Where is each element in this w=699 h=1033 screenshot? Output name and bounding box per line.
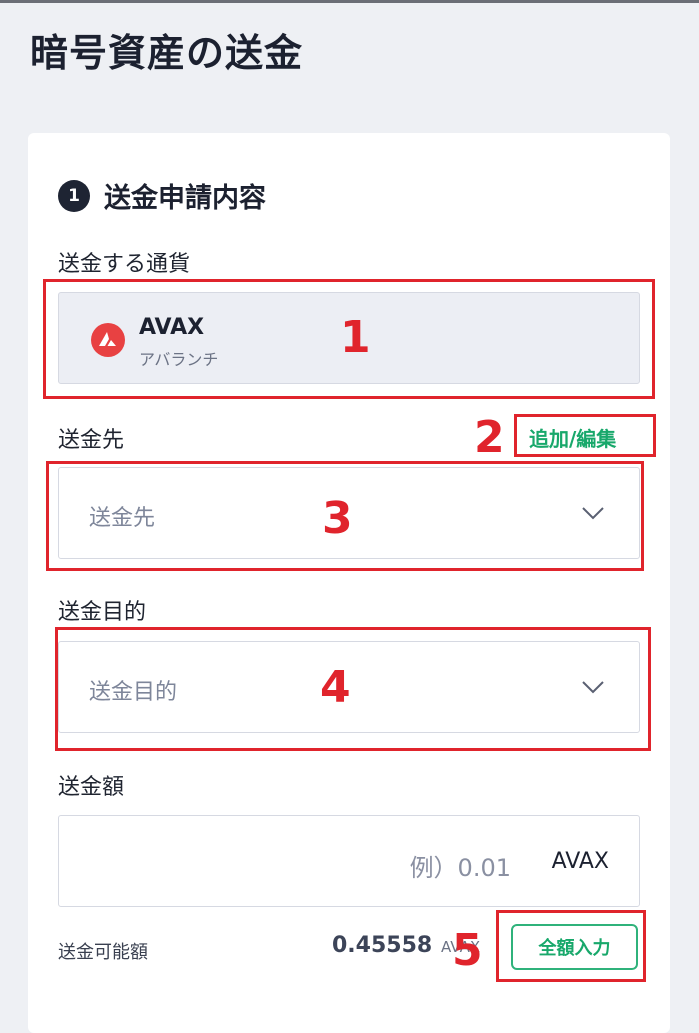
annotation-box-5 bbox=[496, 910, 646, 982]
annotation-number-5: 5 bbox=[452, 925, 483, 976]
available-amount-value: 0.45558 bbox=[332, 933, 433, 958]
amount-input[interactable]: 例）0.01 AVAX bbox=[58, 815, 640, 907]
amount-unit: AVAX bbox=[551, 849, 609, 874]
currency-label: 送金する通貨 bbox=[58, 252, 191, 277]
purpose-label: 送金目的 bbox=[58, 600, 147, 625]
available-amount-label: 送金可能額 bbox=[58, 942, 148, 963]
annotation-number-4: 4 bbox=[320, 662, 351, 713]
amount-placeholder: 例）0.01 bbox=[409, 854, 511, 882]
section-title: 送金申請内容 bbox=[104, 183, 266, 214]
annotation-number-2: 2 bbox=[474, 412, 505, 463]
annotation-box-2 bbox=[514, 414, 656, 457]
annotation-number-3: 3 bbox=[322, 493, 353, 544]
destination-label: 送金先 bbox=[58, 428, 125, 453]
step-number-badge: 1 bbox=[58, 179, 90, 212]
page-title: 暗号資産の送金 bbox=[30, 31, 304, 75]
annotation-box-4 bbox=[55, 627, 651, 751]
top-divider bbox=[0, 0, 699, 3]
annotation-number-1: 1 bbox=[340, 312, 371, 363]
section-header: 1 送金申請内容 bbox=[58, 176, 266, 215]
amount-label: 送金額 bbox=[58, 775, 125, 800]
